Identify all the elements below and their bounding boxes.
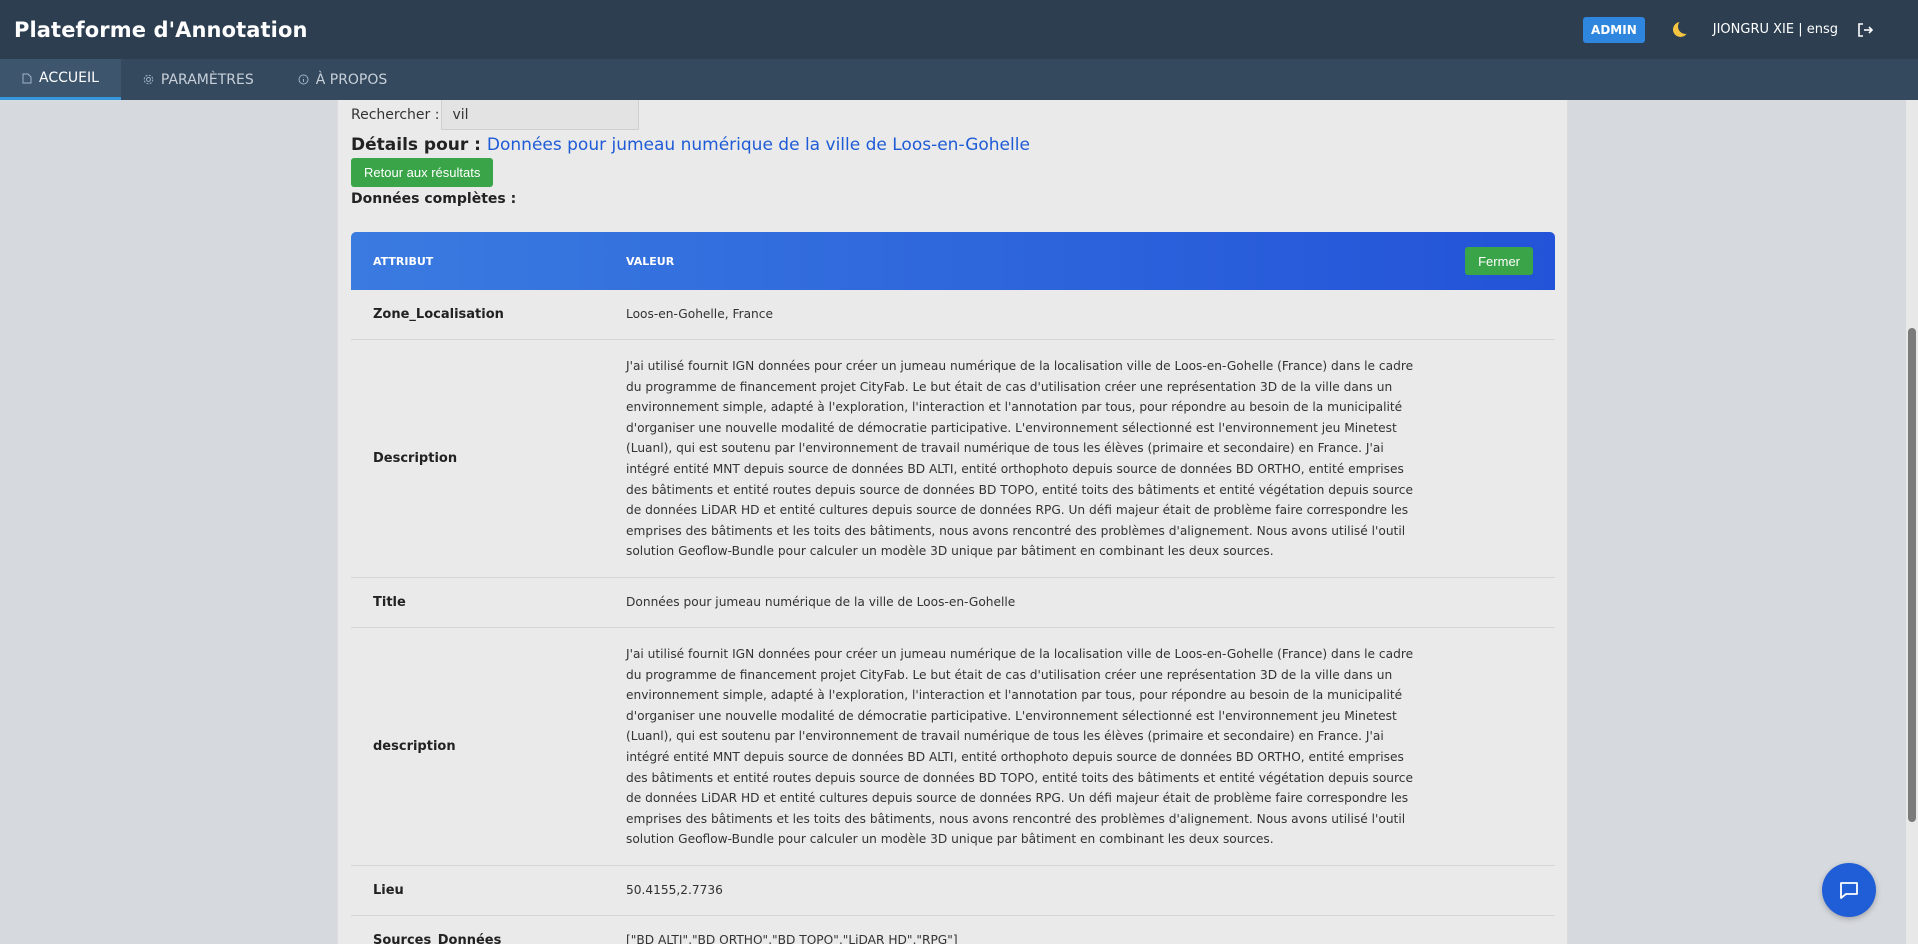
row-attribute: Title [373, 595, 406, 610]
row-attribute: Description [373, 451, 458, 466]
main-card: Rechercher : Détails pour : Données pour… [337, 100, 1568, 944]
table-row: Sources_Données ["BD ALTI","BD ORTHO","B… [351, 916, 1555, 944]
table-row: Zone_Localisation Loos-en-Gohelle, Franc… [351, 290, 1555, 340]
row-value: Loos-en-Gohelle, France [626, 307, 773, 322]
admin-badge: ADMIN [1583, 16, 1645, 43]
search-input[interactable] [441, 100, 640, 130]
info-icon [298, 74, 309, 85]
top-bar: Plateforme d'Annotation ADMIN JIONGRU XI… [0, 0, 1918, 59]
close-button[interactable]: Fermer [1465, 247, 1533, 275]
row-attribute: Lieu [373, 883, 404, 898]
document-icon [22, 73, 32, 83]
tab-a-propos[interactable]: À PROPOS [276, 59, 410, 100]
row-value: Données pour jumeau numérique de la vill… [626, 595, 1016, 610]
back-to-results-button[interactable]: Retour aux résultats [351, 158, 494, 187]
data-table: ATTRIBUT VALEUR Fermer Zone_Localisation… [351, 232, 1555, 944]
full-data-label: Données complètes : [351, 191, 517, 207]
row-value: ["BD ALTI","BD ORTHO","BD TOPO","LiDAR H… [626, 933, 958, 944]
table-header: ATTRIBUT VALEUR Fermer [351, 232, 1555, 290]
details-title-link[interactable]: Données pour jumeau numérique de la vill… [487, 135, 1030, 155]
column-header-value: VALEUR [626, 254, 675, 268]
chat-button[interactable] [1822, 863, 1876, 917]
tab-label: PARAMÈTRES [160, 71, 254, 88]
user-label: JIONGRU XIE | ensg [1712, 22, 1838, 37]
tab-parametres[interactable]: PARAMÈTRES [121, 59, 276, 100]
details-prefix: Détails pour : [351, 135, 481, 155]
gear-icon [143, 74, 154, 85]
chat-bubble-icon [1840, 882, 1858, 899]
row-attribute: Zone_Localisation [373, 307, 504, 322]
column-header-attribute: ATTRIBUT [373, 254, 434, 268]
search-label: Rechercher : [351, 107, 440, 123]
dark-mode-toggle-icon[interactable] [1672, 19, 1693, 37]
logout-icon[interactable] [1856, 21, 1874, 39]
tab-label: ACCUEIL [39, 70, 99, 86]
table-row: Title Données pour jumeau numérique de l… [351, 578, 1555, 628]
table-row: description J'ai utilisé fournit IGN don… [351, 628, 1555, 866]
details-heading: Détails pour : Données pour jumeau numér… [351, 135, 1030, 155]
scrollbar-thumb[interactable] [1908, 328, 1916, 822]
nav-bar: ACCUEIL PARAMÈTRES À PROPOS [0, 59, 1918, 100]
tab-accueil[interactable]: ACCUEIL [0, 59, 121, 100]
row-attribute: description [373, 739, 456, 754]
page-scrollbar[interactable] [1906, 100, 1918, 944]
row-attribute: Sources_Données [373, 933, 502, 944]
row-value: J'ai utilisé fournit IGN données pour cr… [626, 359, 1414, 559]
table-row: Lieu 50.4155,2.7736 [351, 866, 1555, 916]
row-value: 50.4155,2.7736 [626, 883, 723, 898]
table-row: Description J'ai utilisé fournit IGN don… [351, 340, 1555, 578]
app-title: Plateforme d'Annotation [14, 17, 308, 42]
tab-label: À PROPOS [315, 71, 388, 88]
search-row: Rechercher : [351, 100, 640, 130]
row-value: J'ai utilisé fournit IGN données pour cr… [626, 647, 1414, 847]
top-right-controls: ADMIN JIONGRU XIE | ensg [1583, 0, 1874, 59]
